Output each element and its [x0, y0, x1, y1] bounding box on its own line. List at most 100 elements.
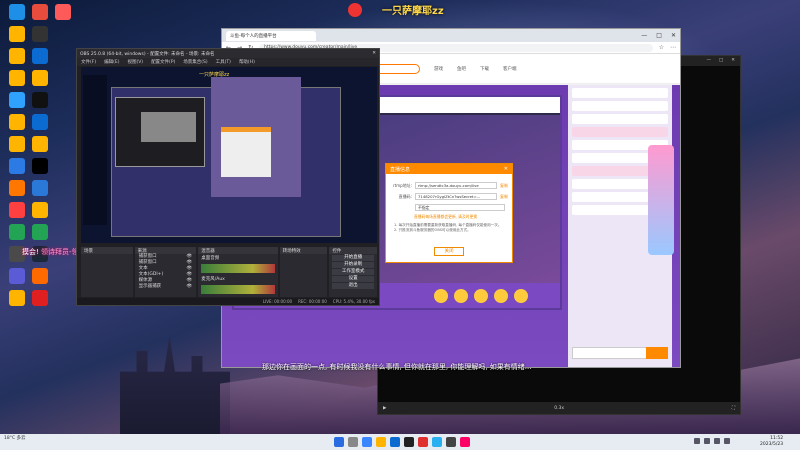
volume-icon[interactable] — [714, 438, 720, 444]
stream-title: 一只萨摩耶zz — [382, 6, 444, 17]
gift-icon[interactable] — [474, 289, 488, 303]
gift-icon[interactable] — [454, 289, 468, 303]
scenes-panel[interactable]: 场景 — [81, 247, 133, 297]
nav-item[interactable]: 游戏 — [434, 66, 443, 72]
media-maximize-button[interactable]: □ — [719, 58, 723, 64]
exit-button[interactable]: 退出 — [332, 283, 375, 289]
app-icon — [9, 136, 25, 152]
obs-menu-item[interactable]: 场景集合(S) — [183, 59, 207, 65]
sources-panel[interactable]: 来源 捕获窗口 👁 捕获窗口 👁 文本 👁 文本(GDI+) 👁 媒体源 👁 显示器捕获 👁 — [134, 247, 197, 297]
app-icon — [9, 268, 25, 284]
star-icon[interactable]: ☆ — [659, 44, 664, 51]
nav-item[interactable]: 下载 — [480, 66, 489, 72]
taskbar-app-icon[interactable] — [446, 437, 456, 447]
menu-icon[interactable]: ⋯ — [670, 44, 676, 51]
copy-rtmp-button[interactable]: 复制 — [500, 183, 508, 189]
taskbar-app-icon[interactable] — [376, 437, 386, 447]
chat-send-button[interactable] — [646, 347, 668, 359]
dialog-note: 2. 只推流到斗鱼服务器的OBS可以使用此方式。 — [394, 228, 471, 233]
audio-meter[interactable] — [201, 285, 275, 294]
taskbar-apps — [334, 437, 470, 447]
server-select[interactable]: 不指定 — [415, 204, 505, 211]
studio-mode-button[interactable]: 工作室模式 — [332, 269, 375, 275]
left-caption-white: 摸会! — [22, 248, 39, 256]
mixer-panel[interactable]: 混音器 桌面音频 麦克风/Aux — [198, 247, 278, 297]
gift-icon[interactable] — [434, 289, 448, 303]
app-icon — [32, 26, 48, 42]
desktop-icon[interactable] — [27, 48, 53, 65]
system-clock[interactable]: 11:52 2023/5/23 — [760, 436, 783, 448]
app-icon — [32, 290, 48, 306]
app-icon — [32, 202, 48, 218]
taskbar-app-icon[interactable] — [334, 437, 344, 447]
nav-item[interactable]: 鱼吧 — [457, 66, 466, 72]
dialog-close-icon[interactable]: ✕ — [504, 166, 508, 172]
taskbar-app-icon[interactable] — [362, 437, 372, 447]
media-control-bar[interactable]: ▶ 0.3x ⛶ — [378, 402, 740, 414]
copy-key-button[interactable]: 复制 — [500, 194, 508, 200]
start-streaming-button[interactable]: 开始直播 — [332, 255, 375, 261]
taskbar-app-icon[interactable] — [432, 437, 442, 447]
desktop-icon[interactable] — [27, 290, 53, 307]
obs-window[interactable]: OBS 25.0.8 (64-bit, windows) - 配置文件: 未命名… — [76, 48, 380, 306]
browser-tab[interactable]: 斗鱼-每个人的直播平台 — [226, 30, 316, 41]
source-item[interactable]: 显示器捕获 👁 — [135, 284, 197, 290]
desktop-icon[interactable] — [27, 26, 53, 43]
battery-icon[interactable] — [724, 438, 730, 444]
desktop-icon[interactable] — [27, 136, 53, 153]
desktop-icon[interactable] — [27, 180, 53, 197]
media-minimize-button[interactable]: — — [706, 58, 711, 64]
media-speed-label[interactable]: 0.3x — [386, 406, 731, 411]
desktop-icon[interactable] — [27, 202, 53, 219]
browser-minimize-button[interactable]: — — [641, 32, 647, 39]
stream-key-label: 直播码: — [398, 193, 412, 199]
taskbar-app-icon[interactable] — [404, 437, 414, 447]
app-icon — [55, 4, 71, 20]
obs-title: OBS 25.0.8 (64-bit, windows) - 配置文件: 未命名… — [80, 51, 215, 57]
obs-menu-item[interactable]: 文件(F) — [81, 59, 96, 65]
stream-key-field[interactable]: 7148207rGyglZtCn?wsSecret=... — [415, 193, 497, 200]
gift-icon[interactable] — [494, 289, 508, 303]
desktop-icon[interactable] — [27, 114, 53, 131]
desktop-icon[interactable] — [27, 268, 53, 285]
rtmp-field[interactable]: rtmp://sendtc3a.douyu.com/live — [415, 182, 497, 189]
desktop-icon[interactable] — [27, 224, 53, 241]
obs-menu-item[interactable]: 工具(T) — [216, 59, 231, 65]
taskbar-app-icon[interactable] — [460, 437, 470, 447]
event-banner[interactable] — [648, 145, 674, 255]
obs-menu-item[interactable]: 编辑(E) — [104, 59, 119, 65]
browser-close-button[interactable]: ✕ — [671, 32, 676, 39]
obs-menu-item[interactable]: 视图(V) — [127, 59, 143, 65]
obs-titlebar[interactable]: OBS 25.0.8 (64-bit, windows) - 配置文件: 未命名… — [77, 49, 379, 58]
cpu-fps: CPU: 5.4%, 30.00 fps — [332, 299, 375, 304]
app-icon — [9, 202, 25, 218]
transitions-panel[interactable]: 转场特效 — [279, 247, 328, 297]
browser-maximize-button[interactable]: □ — [656, 32, 662, 39]
desktop-icon[interactable] — [27, 92, 53, 109]
obs-menu-item[interactable]: 帮助(H) — [239, 59, 255, 65]
desktop-icon[interactable] — [50, 4, 76, 21]
tray-icon[interactable] — [694, 438, 700, 444]
settings-button[interactable]: 设置 — [332, 276, 375, 282]
weather-widget[interactable]: 18°C 多云 — [4, 436, 26, 442]
nav-item[interactable]: 客户端 — [503, 66, 517, 72]
desktop-icon[interactable] — [27, 158, 53, 175]
taskbar-app-icon[interactable] — [390, 437, 400, 447]
obs-preview[interactable]: 一只萨摩耶zz — [81, 67, 377, 243]
taskbar-app-icon[interactable] — [348, 437, 358, 447]
eye-icon: 👁 — [186, 284, 193, 289]
wifi-icon[interactable] — [704, 438, 710, 444]
dialog-row: rtmp地址: rtmp://sendtc3a.douyu.com/live 复… — [386, 180, 512, 191]
gift-icon[interactable] — [514, 289, 528, 303]
live-timer: LIVE: 00:00:00 — [262, 299, 293, 304]
media-close-button[interactable]: ✕ — [731, 58, 735, 64]
media-fullscreen-icon[interactable]: ⛶ — [732, 405, 735, 411]
desktop-icon[interactable] — [27, 70, 53, 87]
obs-close-icon[interactable]: ✕ — [372, 51, 376, 56]
taskbar-app-icon[interactable] — [418, 437, 428, 447]
audio-meter[interactable] — [201, 264, 275, 273]
obs-menu-item[interactable]: 配置文件(P) — [151, 59, 175, 65]
dialog-close-button[interactable]: 关闭 — [434, 247, 464, 256]
start-recording-button[interactable]: 开始录制 — [332, 262, 375, 268]
dialog-header: 直播信息 ✕ — [386, 164, 512, 174]
